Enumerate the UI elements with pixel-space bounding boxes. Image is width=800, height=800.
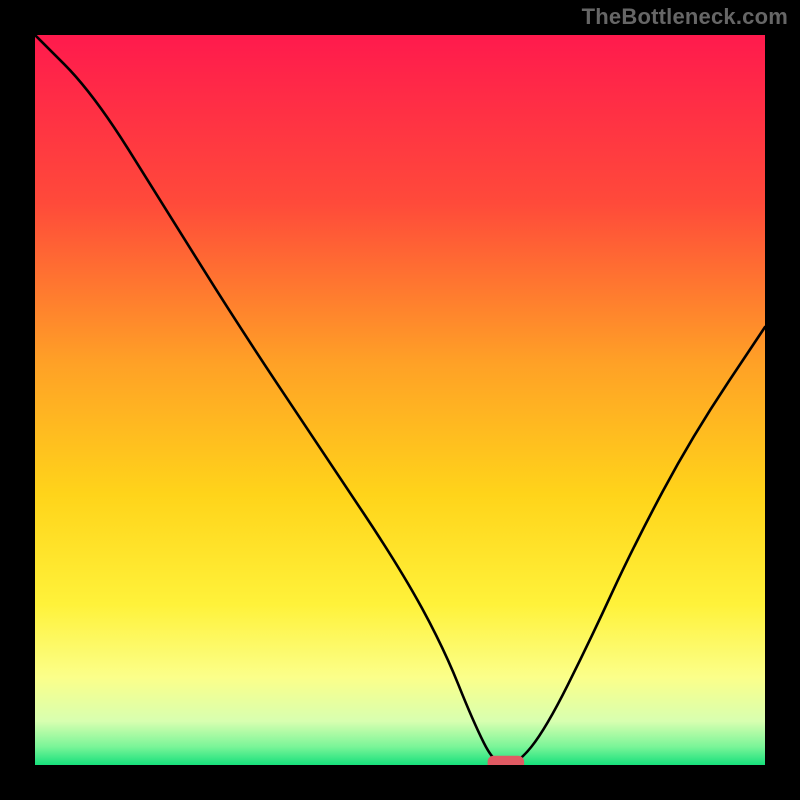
chart-svg (35, 35, 765, 765)
optimum-marker (488, 756, 524, 765)
plot-area (35, 35, 765, 765)
watermark-text: TheBottleneck.com (582, 4, 788, 30)
gradient-background (35, 35, 765, 765)
chart-frame: TheBottleneck.com (0, 0, 800, 800)
